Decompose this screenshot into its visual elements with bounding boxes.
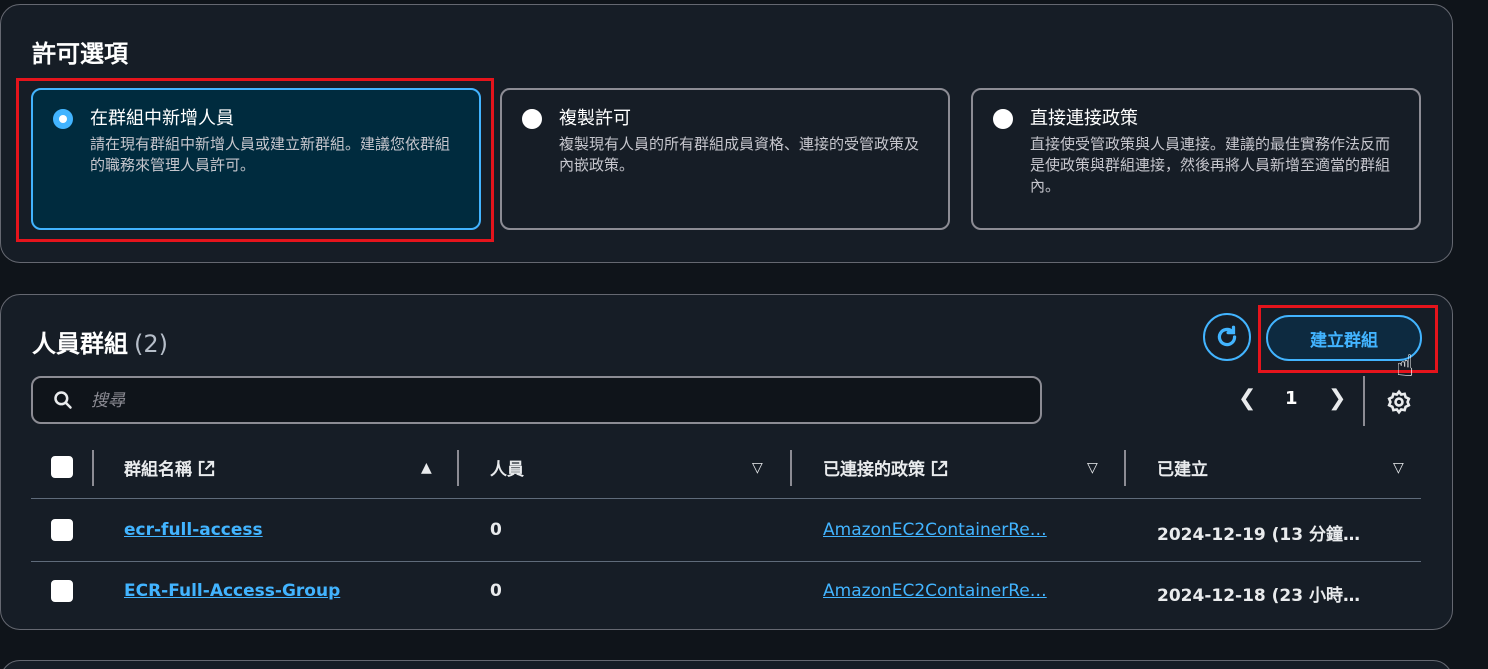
column-header-users[interactable]: 人員 — [490, 455, 524, 480]
table-row-divider — [31, 561, 1421, 562]
option-add-to-group-description: 請在現有群組中新增人員或建立新群組。建議您依群組的職務來管理人員許可。 — [90, 135, 451, 174]
group-name-link[interactable]: ecr-full-access — [124, 520, 263, 540]
external-link-icon — [931, 460, 948, 477]
column-separator — [92, 450, 94, 486]
group-name-link[interactable]: ECR-Full-Access-Group — [124, 581, 340, 601]
column-separator — [790, 450, 792, 486]
option-copy-permissions-label: 複製許可 — [559, 108, 631, 129]
refresh-icon — [1217, 325, 1237, 347]
search-input[interactable] — [91, 388, 991, 414]
search-icon — [54, 391, 72, 409]
next-section-panel — [0, 660, 1453, 669]
column-header-created[interactable]: 已建立 — [1157, 455, 1208, 480]
next-page-button[interactable]: ❯ — [1328, 386, 1346, 411]
column-header-policies[interactable]: 已連接的政策 — [823, 455, 948, 480]
group-created-date: 2024-12-18 (23 小時… — [1157, 586, 1361, 606]
user-groups-count: (2) — [134, 330, 168, 358]
sort-descending-icon[interactable]: ▽ — [752, 460, 763, 476]
group-policy-link[interactable]: AmazonEC2ContainerRe… — [823, 581, 1091, 601]
search-box[interactable] — [31, 376, 1042, 424]
option-attach-policies[interactable]: 直接連接政策 直接使受管政策與人員連接。建議的最佳實務作法反而是使政策與群組連接… — [971, 88, 1421, 230]
permission-options-title: 許可選項 — [32, 40, 128, 68]
hand-pointer-icon: ☝ — [1396, 349, 1415, 384]
column-header-group-name-label: 群組名稱 — [124, 460, 192, 480]
radio-copy-permissions[interactable] — [522, 109, 542, 129]
column-header-group-name[interactable]: 群組名稱 — [124, 455, 215, 480]
group-created-date: 2024-12-19 (13 分鐘… — [1157, 525, 1361, 545]
refresh-button[interactable] — [1203, 313, 1251, 361]
row-checkbox[interactable] — [51, 519, 73, 541]
option-add-to-group-label: 在群組中新增人員 — [90, 108, 234, 129]
column-header-policies-label: 已連接的政策 — [823, 460, 925, 480]
external-link-icon — [198, 460, 215, 477]
sort-ascending-icon[interactable]: ▲ — [421, 460, 432, 476]
option-attach-policies-label: 直接連接政策 — [1030, 108, 1138, 129]
group-users-count: 0 — [490, 581, 502, 601]
page-number[interactable]: 1 — [1285, 388, 1298, 409]
option-copy-permissions-description: 複製現有人員的所有群組成員資格、連接的受管政策及內嵌政策。 — [559, 135, 920, 174]
radio-attach-policies[interactable] — [993, 109, 1013, 129]
group-policy-link[interactable]: AmazonEC2ContainerRe… — [823, 520, 1091, 540]
row-checkbox[interactable] — [51, 580, 73, 602]
column-separator — [1124, 450, 1126, 486]
radio-add-to-group[interactable] — [53, 109, 73, 129]
pager-divider — [1363, 376, 1365, 426]
sort-descending-icon[interactable]: ▽ — [1087, 460, 1098, 476]
option-copy-permissions[interactable]: 複製許可 複製現有人員的所有群組成員資格、連接的受管政策及內嵌政策。 — [500, 88, 950, 230]
select-all-checkbox[interactable] — [51, 456, 73, 478]
user-groups-title: 人員群組 (2) — [32, 324, 168, 359]
group-users-count: 0 — [490, 520, 502, 540]
option-attach-policies-description: 直接使受管政策與人員連接。建議的最佳實務作法反而是使政策與群組連接，然後再將人員… — [1030, 135, 1391, 195]
gear-icon[interactable] — [1386, 389, 1412, 415]
user-groups-title-text: 人員群組 — [32, 330, 128, 358]
sort-descending-icon[interactable]: ▽ — [1393, 460, 1404, 476]
table-divider — [31, 498, 1421, 499]
option-add-to-group[interactable]: 在群組中新增人員 請在現有群組中新增人員或建立新群組。建議您依群組的職務來管理人… — [31, 88, 481, 230]
previous-page-button[interactable]: ❮ — [1238, 386, 1256, 411]
column-separator — [457, 450, 459, 486]
